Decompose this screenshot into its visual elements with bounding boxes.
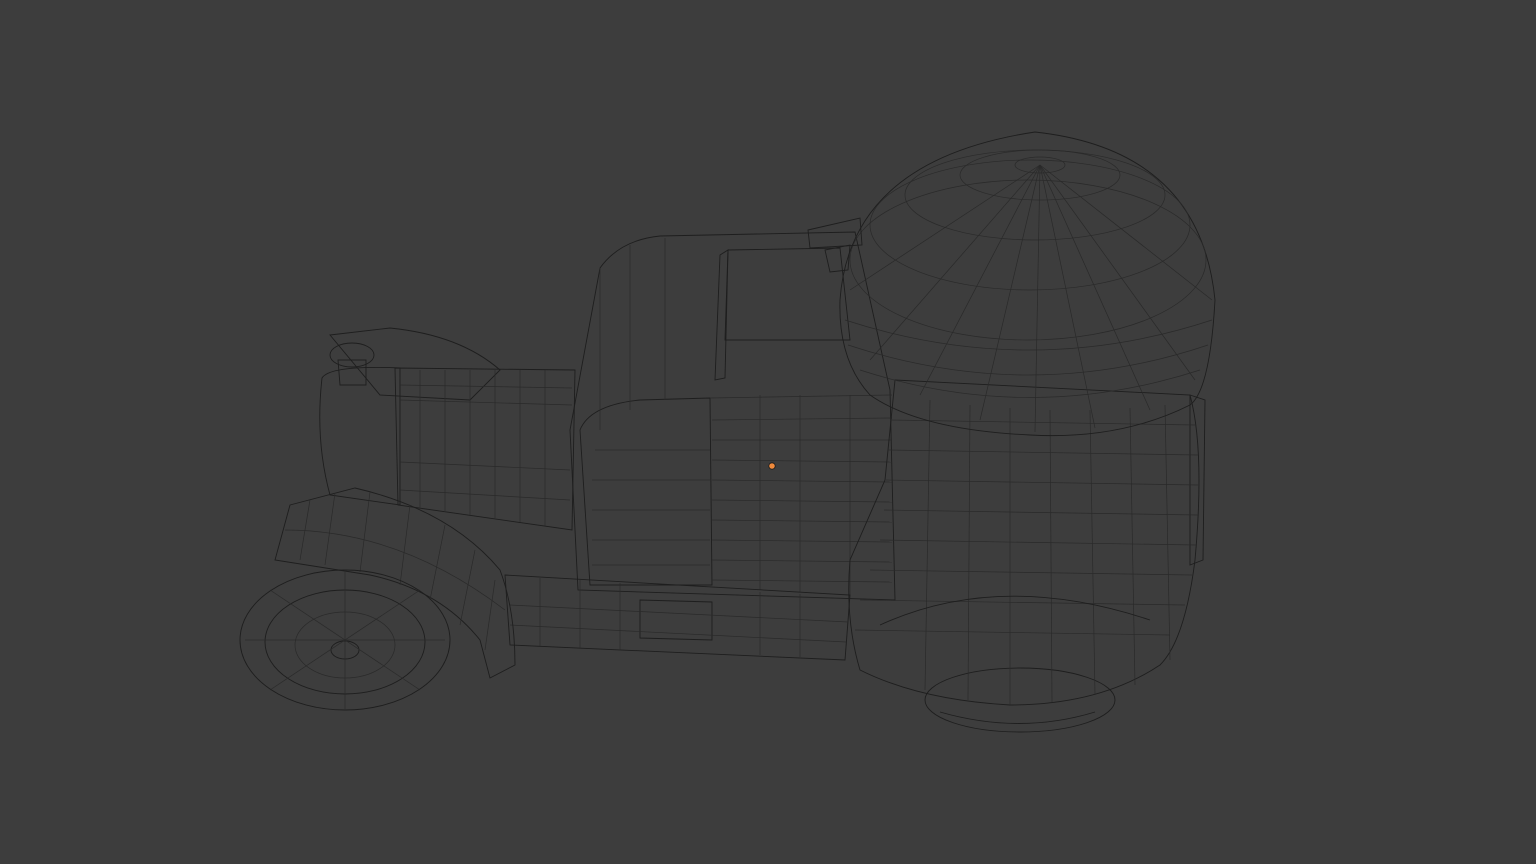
running-board — [504, 574, 851, 661]
cab-body — [569, 231, 896, 601]
rear-body — [848, 379, 1206, 706]
object-origin-icon[interactable] — [768, 462, 776, 470]
front-wheel — [239, 569, 451, 711]
front-fender-rear — [329, 327, 501, 401]
3d-viewport[interactable] — [0, 0, 1536, 864]
dome — [839, 131, 1216, 437]
headlight-cap — [329, 342, 375, 386]
rear-wheel — [924, 667, 1116, 733]
roof-vent — [807, 217, 863, 273]
headlight-housing — [319, 366, 401, 506]
hood — [394, 367, 576, 531]
mesh-model[interactable] — [0, 0, 1536, 864]
